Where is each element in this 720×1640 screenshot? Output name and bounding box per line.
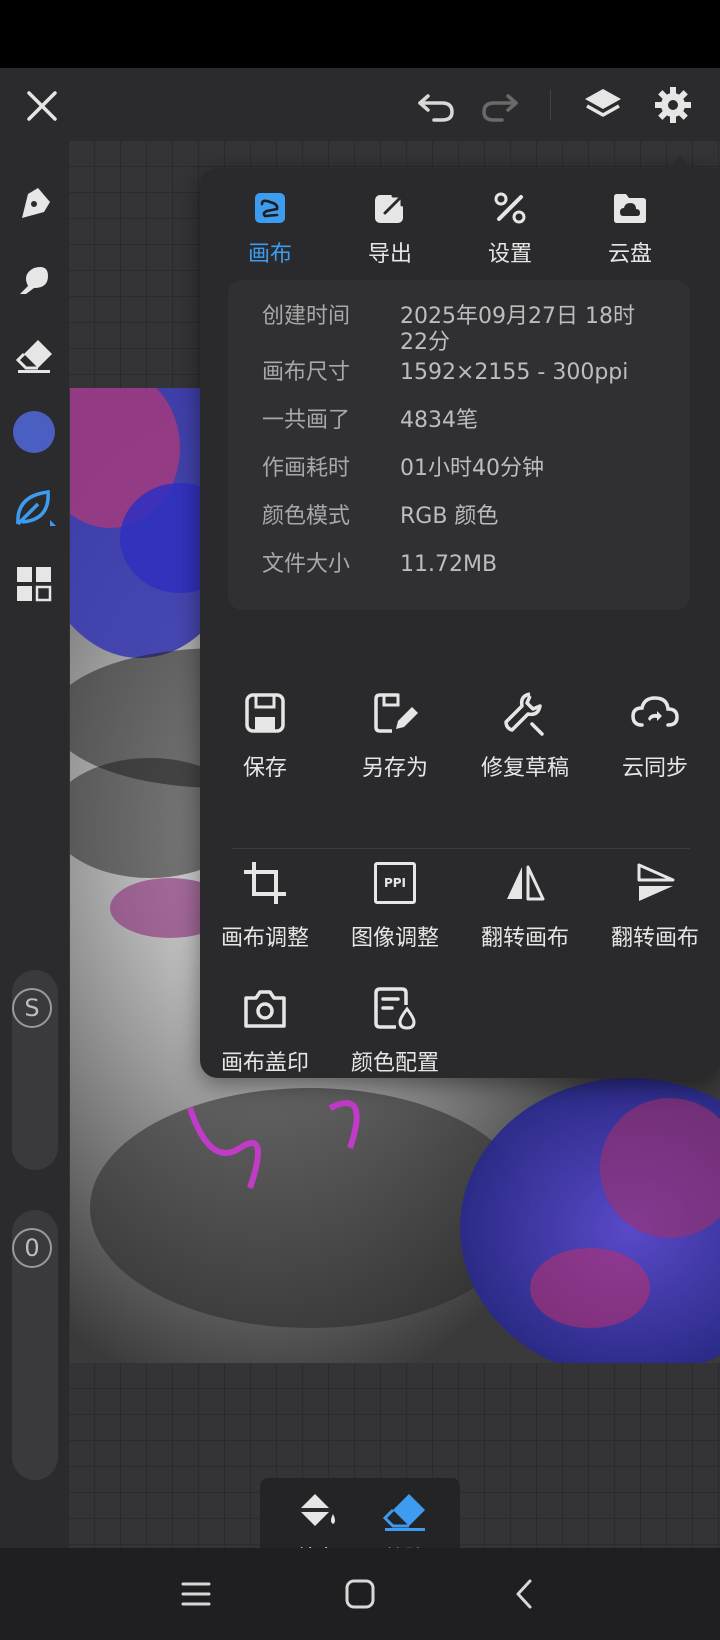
canvas-adjust-button[interactable]: 画布调整 [200,858,330,952]
close-icon[interactable] [18,82,66,130]
panel-pointer [668,156,692,168]
save-as-icon [330,688,460,738]
flip-canvas-vertical-label: 翻转画布 [610,926,699,951]
info-value: 11.72MB [400,552,498,577]
canvas-properties-panel: 画布 导出 设置 云盘 创建时间 2025年09月27日 18时 22分 画布尺… [200,156,720,1078]
menu-icon[interactable] [172,1574,220,1614]
top-toolbar [0,68,720,140]
canvas-info-box: 创建时间 2025年09月27日 18时 22分 画布尺寸 1592×2155 … [228,280,690,610]
flip-canvas-horizontal-button[interactable]: 翻转画布 [460,858,590,952]
canvas-icon [220,188,320,228]
tab-settings[interactable]: 设置 [460,188,560,268]
undo-icon[interactable] [412,82,460,130]
info-value-line2: 22分 [400,330,450,355]
tools-icon [460,188,560,228]
repair-draft-label: 修复草稿 [480,756,569,781]
save-label: 保存 [242,756,287,781]
save-as-label: 另存为 [361,756,428,781]
redo-icon[interactable] [476,82,524,130]
tab-export[interactable]: 导出 [340,188,440,268]
repair-draft-button[interactable]: 修复草稿 [460,688,590,782]
info-key: 文件大小 [262,552,351,577]
ppi-icon: PPI [330,858,460,908]
erase-button[interactable]: 擦除 [370,1490,440,1548]
app-window: S 0 画布 导出 设置 云盘 创建时间 2025年09月27日 18时 22分… [0,68,720,1548]
tab-canvas[interactable]: 画布 [220,188,320,268]
wrench-icon [460,688,590,738]
canvas-stamp-label: 画布盖印 [220,1051,309,1076]
grid-tools-icon[interactable] [10,560,58,608]
color-profile-icon [330,983,460,1033]
ppi-icon-text: PPI [374,862,416,904]
cloud-sync-label: 云同步 [621,756,688,781]
cloud-drive-icon [580,188,680,228]
size-slider-knob[interactable]: S [12,988,52,1028]
opacity-slider-knob[interactable]: 0 [12,1228,52,1268]
save-icon [200,688,330,738]
info-key: 作画耗时 [262,456,351,481]
cloud-sync-button[interactable]: 云同步 [590,688,720,782]
color-profile-label: 颜色配置 [350,1051,439,1076]
layers-icon[interactable] [578,80,628,130]
color-swatch[interactable] [10,408,58,456]
info-value: RGB 颜色 [400,504,499,529]
image-adjust-label: 图像调整 [350,926,439,951]
flip-canvas-vertical-button[interactable]: 翻转画布 [590,858,720,952]
tab-cloud-drive-label: 云盘 [607,242,652,267]
info-key: 一共画了 [262,408,351,433]
tab-canvas-label: 画布 [247,242,292,267]
save-as-button[interactable]: 另存为 [330,688,460,782]
bottom-tool-bar: 填充 擦除 [260,1478,460,1548]
export-icon [340,188,440,228]
color-profile-button[interactable]: 颜色配置 [330,983,460,1077]
tab-cloud-drive[interactable]: 云盘 [580,188,680,268]
crop-icon [200,858,330,908]
image-adjust-button[interactable]: PPI 图像调整 [330,858,460,952]
eraser-icon [382,1494,425,1531]
system-nav-bar [0,1548,720,1640]
canvas-adjust-label: 画布调整 [220,926,309,951]
save-button[interactable]: 保存 [200,688,330,782]
leaf-brush-icon[interactable] [10,484,58,532]
info-value: 4834笔 [400,408,478,433]
canvas-stamp-button[interactable]: 画布盖印 [200,983,330,1077]
brush-tool-icon[interactable] [10,180,58,228]
opacity-slider-label: 0 [24,1234,40,1262]
panel-divider [232,848,690,849]
info-key: 画布尺寸 [262,360,351,385]
tab-settings-label: 设置 [487,242,532,267]
home-icon[interactable] [336,1574,384,1614]
toolbar-divider [550,90,551,120]
info-value: 01小时40分钟 [400,456,544,481]
cloud-sync-icon [590,688,720,738]
status-bar [0,0,720,68]
fill-button[interactable]: 填充 [282,1490,352,1548]
flip-vertical-icon [590,858,720,908]
left-toolbar: S 0 [0,140,68,1548]
camera-icon [200,983,330,1033]
info-value: 1592×2155 - 300ppi [400,360,629,385]
eraser-tool-icon[interactable] [10,332,58,380]
fill-bucket-icon [299,1494,335,1526]
info-key: 创建时间 [262,304,351,329]
gear-icon[interactable] [648,80,698,130]
smudge-tool-icon[interactable] [10,256,58,304]
erase-label: 擦除 [370,1542,440,1548]
flip-horizontal-icon [460,858,590,908]
size-slider-label: S [24,994,40,1022]
tab-export-label: 导出 [367,242,412,267]
info-key: 颜色模式 [262,504,351,529]
flip-canvas-horizontal-label: 翻转画布 [480,926,569,951]
fill-label: 填充 [282,1542,352,1548]
back-icon[interactable] [500,1574,548,1614]
